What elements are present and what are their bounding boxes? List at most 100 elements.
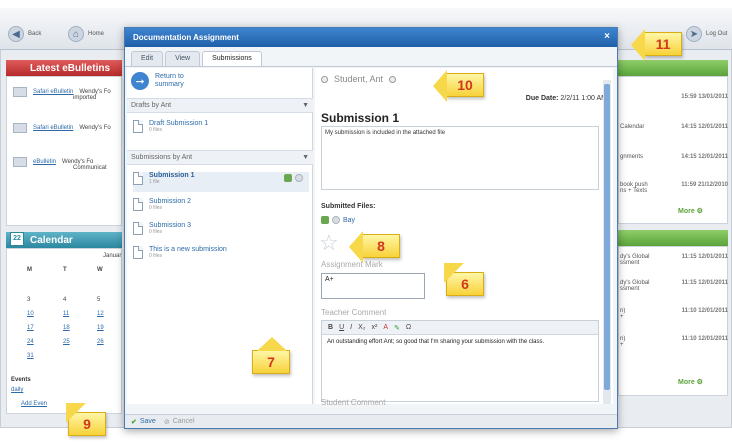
events-link[interactable]: daily — [11, 387, 23, 393]
submission-item[interactable]: Submission 2 0 files — [133, 198, 309, 211]
assignment-mark-input[interactable]: A+ — [321, 273, 425, 299]
submission-item[interactable]: This is a new submission 0 files — [133, 246, 309, 259]
submission-file-count: 0 files — [149, 229, 163, 235]
special-character-button[interactable]: Ω — [406, 324, 411, 331]
callout-8: 8 — [349, 231, 400, 263]
search-icon[interactable] — [332, 216, 340, 224]
close-icon[interactable]: × — [604, 31, 610, 42]
row-time: 11:15 — [681, 280, 697, 286]
teacher-comment-text[interactable]: An outstanding effort Ant; so good that … — [322, 335, 598, 350]
back-label: Back — [28, 31, 42, 37]
right-panel-header-2 — [618, 230, 728, 246]
font-color-button[interactable]: A — [383, 324, 388, 331]
due-date-value: 2/2/11 1:00 AM — [560, 95, 607, 102]
right-panel-row: n) + 11:10 12/01/2011 — [620, 336, 728, 348]
superscript-button[interactable]: x² — [371, 324, 377, 331]
document-icon — [133, 198, 143, 211]
calendar-date[interactable]: 4 — [63, 297, 66, 303]
underline-button[interactable]: U — [339, 324, 344, 331]
search-icon[interactable] — [295, 174, 303, 182]
back-arrow-icon: ◀ — [8, 26, 24, 42]
calendar-date[interactable]: 10 — [27, 311, 34, 317]
row-label: Calendar — [620, 124, 645, 130]
detail-scrollbar[interactable] — [603, 80, 611, 404]
tab-view[interactable]: View — [165, 51, 201, 66]
highlight-button[interactable]: ✎ — [394, 324, 400, 332]
submission-file-count: 0 files — [149, 253, 163, 259]
calendar-date[interactable]: 26 — [97, 339, 104, 345]
bold-button[interactable]: B — [328, 324, 333, 331]
callout-number: 10 — [457, 77, 473, 93]
callout-number: 11 — [655, 36, 671, 52]
draft-item[interactable]: Draft Submission 1 0 files — [133, 120, 309, 133]
calendar-date[interactable]: 3 — [27, 297, 30, 303]
italic-button[interactable]: I — [350, 324, 352, 331]
scrollbar-thumb[interactable] — [604, 84, 610, 390]
file-link[interactable]: Bay — [343, 217, 355, 224]
bulletin-note: Communicat — [73, 165, 107, 171]
right-panel-row: book push ns + Texts 11:59 21/12/2010 — [620, 182, 728, 194]
save-label: Save — [139, 418, 156, 425]
calendar-date[interactable]: 24 — [27, 339, 34, 345]
logout-button[interactable]: ➤ Log Out — [686, 26, 727, 42]
row-time: 11:10 — [681, 336, 697, 342]
calendar-date[interactable]: 19 — [97, 325, 104, 331]
callout-number: 7 — [267, 354, 275, 370]
previous-student-icon[interactable] — [321, 75, 328, 83]
submitted-file[interactable]: Bay — [321, 216, 355, 224]
bulletin-row[interactable]: Safari eBulletin Wendy's Fo — [13, 123, 111, 133]
row-label: n) + — [620, 308, 626, 320]
submission-tools — [284, 174, 303, 182]
file-icon[interactable] — [284, 174, 292, 182]
submission-item[interactable]: Submission 1 1 file — [133, 172, 309, 192]
right-panel-row: dy's Global ssment 11:15 12/01/2011 — [620, 254, 728, 266]
home-button[interactable]: ⌂ Home — [68, 26, 104, 42]
drafts-header[interactable]: Drafts by Ant ▼ — [127, 98, 313, 113]
return-to-summary-button[interactable]: ➞ Return to summary — [131, 72, 195, 90]
calendar-date[interactable]: 31 — [27, 353, 34, 359]
calendar-date[interactable]: 11 — [63, 311, 69, 317]
document-icon — [133, 222, 143, 235]
callout-9: 9 — [68, 412, 106, 436]
calendar-date[interactable]: 12 — [97, 311, 104, 317]
home-label: Home — [88, 31, 105, 37]
cancel-label: Cancel — [172, 418, 195, 425]
save-button[interactable]: ✔ Save — [131, 418, 156, 426]
right-panel-row: gnments 14:15 12/01/2011 — [620, 154, 728, 160]
right-panel-header — [618, 60, 728, 76]
add-event-link[interactable]: Add Even — [21, 401, 47, 407]
row-date: 12/01/2011 — [698, 308, 728, 314]
cancel-button[interactable]: ⊘ Cancel — [164, 418, 195, 426]
bulletin-note-text: Communicat — [73, 165, 107, 171]
dialog-title: Documentation Assignment — [133, 33, 239, 42]
bulletin-link[interactable]: eBulletin — [33, 159, 56, 165]
submission-item[interactable]: Submission 3 0 files — [133, 222, 309, 235]
calendar-date[interactable]: 5 — [97, 297, 100, 303]
callout-6: 6 — [446, 272, 484, 296]
tab-edit[interactable]: Edit — [131, 51, 164, 66]
subscript-button[interactable]: X₂ — [358, 324, 365, 331]
back-button[interactable]: ◀ Back — [8, 26, 41, 42]
submission-file-count: 1 file — [149, 179, 160, 185]
row-time: 11:59 — [681, 182, 697, 188]
calendar-icon: 22 — [10, 232, 24, 246]
teacher-comment-editor[interactable]: B U I X₂ x² A ✎ Ω An outstanding effort … — [321, 320, 599, 402]
bulletin-note: imported — [73, 95, 96, 101]
events-label: Events — [11, 377, 31, 383]
star-icon[interactable]: ☆ — [319, 232, 339, 254]
more-link[interactable]: More ⚙ — [678, 378, 703, 386]
submissions-header[interactable]: Submissions by Ant ▼ — [127, 150, 313, 165]
calendar-date[interactable]: 17 — [27, 325, 34, 331]
calendar-date[interactable]: 25 — [63, 339, 70, 345]
row-time: 14:15 — [681, 124, 697, 130]
bulletin-link[interactable]: Safari eBulletin — [33, 89, 73, 95]
screenshot: ◀ Back ⌂ Home ➤ Log Out Latest eBulletin… — [0, 0, 732, 448]
calendar-date[interactable]: 18 — [63, 325, 70, 331]
tab-submissions[interactable]: Submissions — [202, 51, 262, 66]
next-student-icon[interactable] — [389, 75, 397, 83]
calendar-month: Januar — [103, 253, 122, 259]
callout-number: 9 — [83, 416, 91, 432]
more-link[interactable]: More ⚙ — [678, 207, 703, 215]
submission-title: Submission 3 — [149, 222, 192, 229]
bulletin-link[interactable]: Safari eBulletin — [33, 125, 73, 131]
